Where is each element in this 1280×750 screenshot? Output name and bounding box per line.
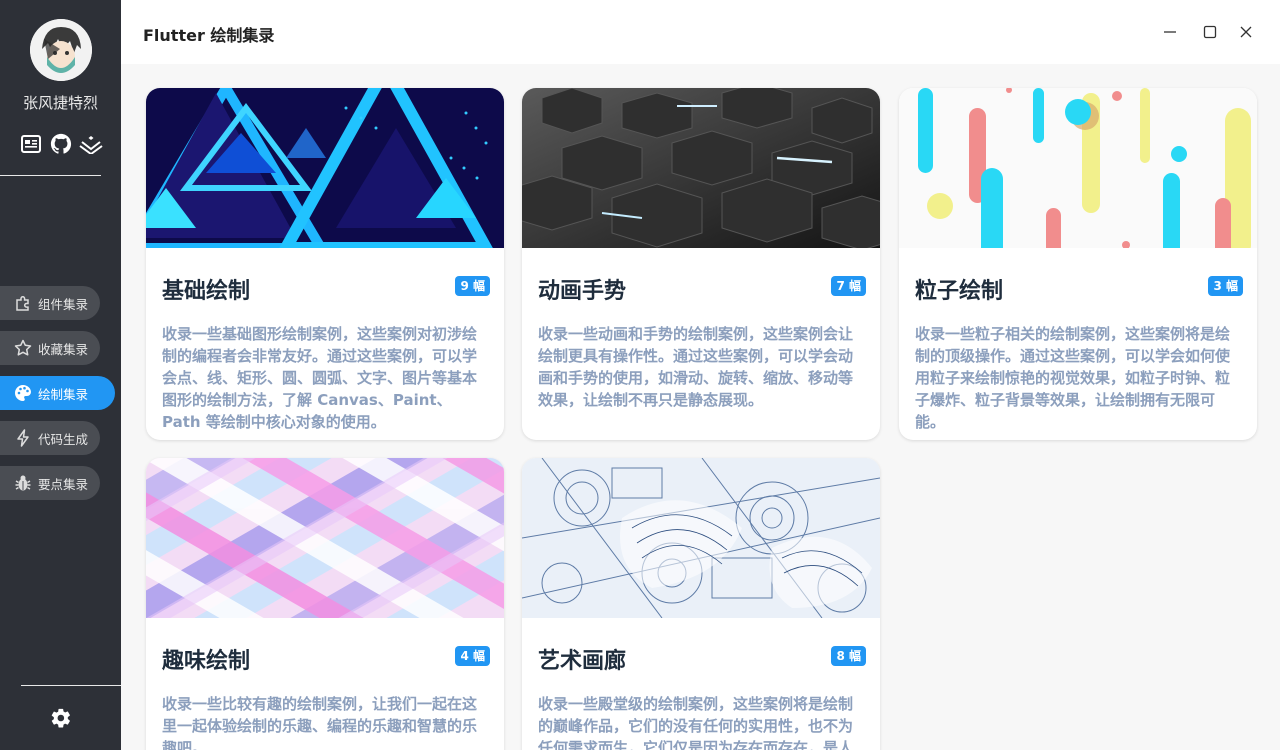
github-icon[interactable] <box>49 132 73 156</box>
sidebar-divider-bottom <box>21 685 121 686</box>
card-fun-paint[interactable]: 趣味绘制 4 幅 收录一些比较有趣的绘制案例，让我们一起在这里一起体验绘制的乐趣… <box>146 458 504 750</box>
palette-icon <box>14 384 32 402</box>
count-badge: 4 幅 <box>455 646 490 666</box>
close-icon[interactable] <box>1236 22 1256 42</box>
sidebar-item-paint[interactable]: 绘制集录 <box>0 376 115 410</box>
page-title: Flutter 绘制集录 <box>143 26 275 45</box>
count-badge: 3 幅 <box>1208 276 1243 296</box>
card-particle-paint[interactable]: 粒子绘制 3 幅 收录一些粒子相关的绘制案例，这些案例将是绘制的顶级操作。通过这… <box>899 88 1257 440</box>
sidebar-item-points[interactable]: 要点集录 <box>0 466 100 500</box>
card-description: 收录一些比较有趣的绘制案例，让我们一起在这里一起体验绘制的乐趣、编程的乐趣和智慧… <box>162 695 478 750</box>
puzzle-icon <box>14 294 32 312</box>
article-icon[interactable] <box>19 132 43 156</box>
title-bar: Flutter 绘制集录 <box>121 0 1280 64</box>
card-description: 收录一些动画和手势的绘制案例，这些案例会让绘制更具有操作性。通过这些案例，可以学… <box>538 325 854 409</box>
card-basic-paint[interactable]: 基础绘制 9 幅 收录一些基础图形绘制案例，这些案例对初涉绘制的编程者会非常友好… <box>146 88 504 440</box>
card-description: 收录一些殿堂级的绘制案例，这些案例将是绘制的巅峰作品，它们的没有任何的实用性，也… <box>538 695 854 750</box>
sidebar-item-codegen[interactable]: 代码生成 <box>0 421 100 455</box>
card-title: 粒子绘制 <box>915 279 1004 304</box>
sidebar-item-favorites[interactable]: 收藏集录 <box>0 331 100 365</box>
avatar[interactable] <box>30 19 92 81</box>
count-badge: 7 幅 <box>831 276 866 296</box>
social-links <box>19 132 103 156</box>
juejin-icon[interactable] <box>79 132 103 156</box>
card-art-gallery[interactable]: 艺术画廊 8 幅 收录一些殿堂级的绘制案例，这些案例将是绘制的巅峰作品，它们的没… <box>522 458 880 750</box>
sidebar-item-label: 组件集录 <box>38 296 89 312</box>
sidebar-item-label: 代码生成 <box>38 431 89 447</box>
minimize-icon[interactable] <box>1160 22 1180 42</box>
sidebar: 张风捷特烈 组件集录 收藏集录 绘制集录 代码生成 要点集录 <box>0 0 121 750</box>
maximize-icon[interactable] <box>1200 22 1220 42</box>
card-title: 基础绘制 <box>162 279 251 304</box>
sidebar-item-widgets[interactable]: 组件集录 <box>0 286 100 320</box>
card-image <box>899 88 1257 248</box>
gear-icon[interactable] <box>50 707 72 729</box>
username: 张风捷特烈 <box>22 94 98 112</box>
card-image <box>146 458 504 618</box>
count-badge: 9 幅 <box>455 276 490 296</box>
card-image <box>522 88 880 248</box>
card-title: 动画手势 <box>538 279 627 304</box>
sidebar-item-label: 要点集录 <box>38 476 89 492</box>
card-description: 收录一些粒子相关的绘制案例，这些案例将是绘制的顶级操作。通过这些案例，可以学会如… <box>915 325 1231 431</box>
sidebar-nav: 组件集录 收藏集录 绘制集录 代码生成 要点集录 <box>0 286 121 511</box>
sidebar-divider-top <box>0 175 101 176</box>
card-title: 趣味绘制 <box>162 649 251 674</box>
sidebar-item-label: 收藏集录 <box>38 341 89 357</box>
bug-icon <box>14 474 32 492</box>
card-description: 收录一些基础图形绘制案例，这些案例对初涉绘制的编程者会非常友好。通过这些案例，可… <box>162 325 478 431</box>
sidebar-item-label: 绘制集录 <box>38 386 89 402</box>
card-animation-gesture[interactable]: 动画手势 7 幅 收录一些动画和手势的绘制案例，这些案例会让绘制更具有操作性。通… <box>522 88 880 440</box>
card-image <box>522 458 880 618</box>
lightning-icon <box>14 429 32 447</box>
star-icon <box>14 339 32 357</box>
card-image <box>146 88 504 248</box>
card-title: 艺术画廊 <box>538 649 627 674</box>
count-badge: 8 幅 <box>831 646 866 666</box>
